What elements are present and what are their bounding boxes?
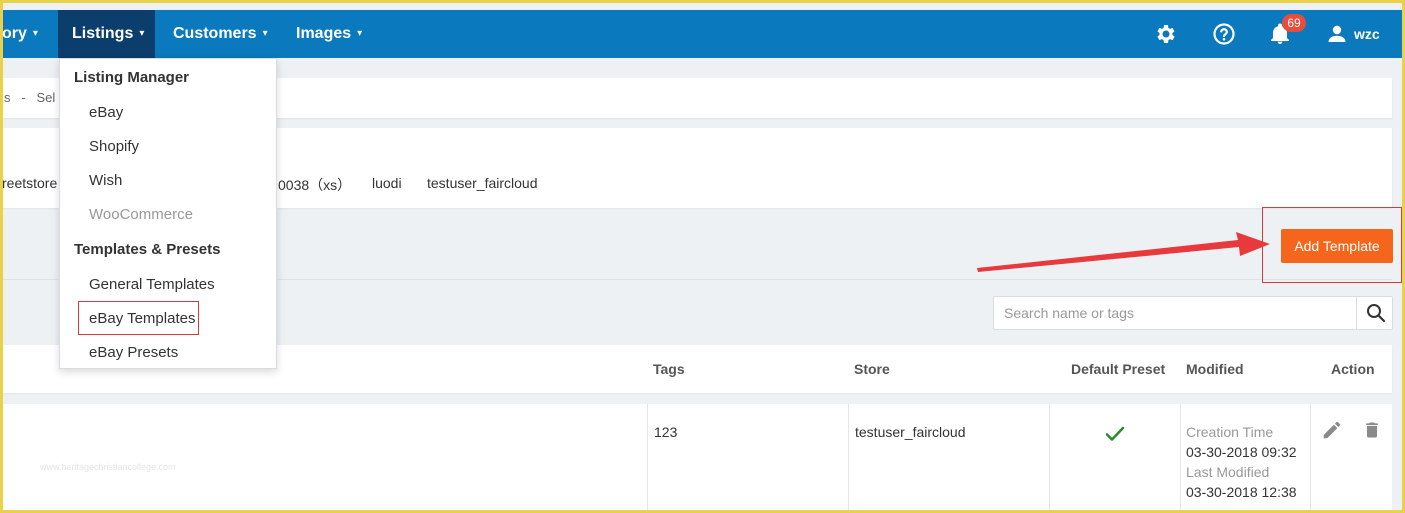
store-tab[interactable]: testuser_faircloud bbox=[427, 175, 538, 191]
nav-images-label: Images bbox=[296, 25, 352, 43]
store-tab[interactable]: 0038（xs） bbox=[278, 175, 351, 195]
column-header-store[interactable]: Store bbox=[854, 345, 890, 393]
creation-time-value: 03-30-2018 09:32 bbox=[1186, 444, 1297, 460]
store-tab[interactable]: reetstore bbox=[2, 175, 57, 191]
column-header-action: Action bbox=[1331, 361, 1375, 377]
cell-divider bbox=[647, 404, 648, 513]
chevron-down-icon: ▾ bbox=[357, 28, 363, 39]
annotation-arrow-shape bbox=[977, 232, 1270, 272]
nav-customers[interactable]: Customers ▾ bbox=[173, 10, 268, 58]
dropdown-item-shopify[interactable]: Shopify bbox=[89, 138, 139, 155]
creation-time-label: Creation Time bbox=[1186, 424, 1274, 440]
check-icon bbox=[1105, 426, 1125, 441]
gear-icon[interactable] bbox=[1154, 22, 1178, 46]
nav-inventory[interactable]: ory ▾ bbox=[0, 10, 44, 58]
dropdown-item-wish[interactable]: Wish bbox=[89, 172, 122, 189]
nav-listings[interactable]: Listings ▾ bbox=[58, 10, 155, 58]
last-modified-label: Last Modified bbox=[1186, 464, 1270, 480]
search-button[interactable] bbox=[1356, 297, 1392, 329]
dropdown-section-listing-manager: Listing Manager bbox=[74, 69, 190, 86]
dropdown-section-templates-presets: Templates & Presets bbox=[74, 241, 221, 258]
top-navbar: ory ▾ Listings ▾ Customers ▾ Images ▾ wzc bbox=[0, 10, 1405, 58]
cell-divider bbox=[1049, 404, 1050, 513]
search-input[interactable] bbox=[994, 297, 1356, 329]
trash-icon[interactable] bbox=[1362, 419, 1382, 441]
nav-inventory-label: ory bbox=[2, 25, 27, 43]
dropdown-item-ebay-presets[interactable]: eBay Presets bbox=[89, 344, 178, 361]
chevron-down-icon: ▾ bbox=[139, 28, 145, 39]
cell-divider bbox=[1180, 404, 1181, 513]
user-icon[interactable] bbox=[1325, 22, 1349, 46]
dropdown-item-ebay-templates[interactable]: eBay Templates bbox=[89, 310, 195, 327]
row-tags: 123 bbox=[654, 424, 678, 440]
nav-listings-label: Listings bbox=[72, 25, 134, 43]
listings-dropdown-menu: Listing Manager eBay Shopify Wish WooCom… bbox=[59, 58, 277, 369]
table-row: www.heritagechristiancollege.com 123 tes… bbox=[0, 404, 1392, 513]
column-header-modified[interactable]: Modified bbox=[1186, 345, 1244, 393]
last-modified-value: 03-30-2018 12:38 bbox=[1186, 484, 1297, 500]
chevron-down-icon: ▾ bbox=[32, 28, 38, 39]
chevron-down-icon: ▾ bbox=[262, 28, 268, 39]
edit-icon[interactable] bbox=[1321, 419, 1343, 441]
watermark: www.heritagechristiancollege.com bbox=[40, 462, 176, 472]
dropdown-item-woocommerce: WooCommerce bbox=[89, 206, 193, 223]
store-tab[interactable]: luodi bbox=[372, 175, 402, 191]
nav-images[interactable]: Images ▾ bbox=[296, 10, 362, 58]
cell-divider bbox=[848, 404, 849, 513]
dropdown-item-ebay[interactable]: eBay bbox=[89, 104, 123, 121]
column-header-tags[interactable]: Tags bbox=[653, 345, 685, 393]
search-icon bbox=[1367, 304, 1386, 323]
user-name[interactable]: wzc bbox=[1354, 10, 1380, 58]
column-header-default-preset[interactable]: Default Preset bbox=[1071, 345, 1165, 393]
nav-customers-label: Customers bbox=[173, 25, 257, 43]
search-box bbox=[993, 296, 1393, 330]
notification-badge: 69 bbox=[1282, 14, 1306, 32]
help-icon[interactable] bbox=[1212, 22, 1236, 46]
row-store: testuser_faircloud bbox=[855, 424, 966, 440]
breadcrumb-text: s - Sel bbox=[4, 90, 56, 105]
add-template-button[interactable]: Add Template bbox=[1281, 229, 1393, 263]
cell-divider bbox=[1310, 404, 1311, 513]
dropdown-item-general-templates[interactable]: General Templates bbox=[89, 276, 215, 293]
